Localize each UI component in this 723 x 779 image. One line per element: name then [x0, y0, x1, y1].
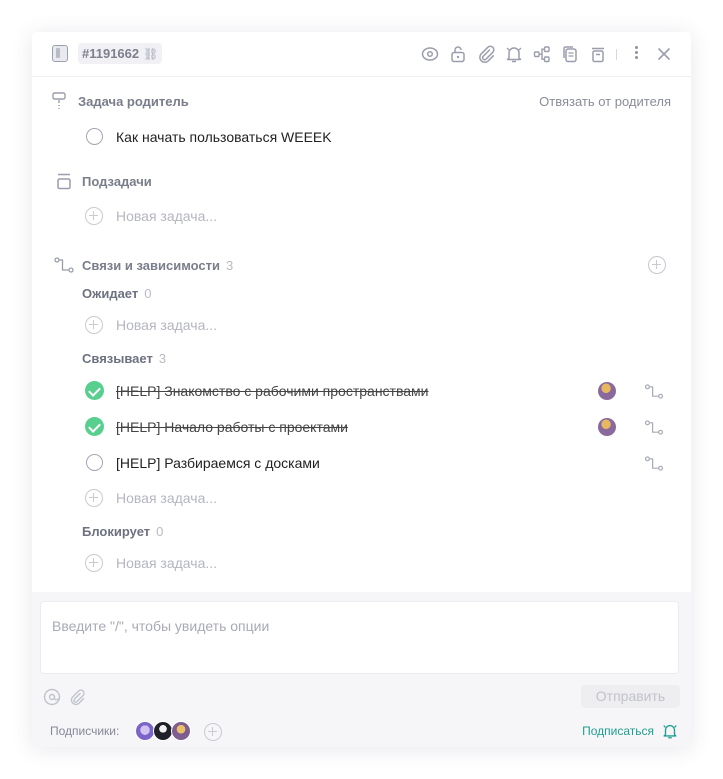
- copy-link-icon[interactable]: ⛓: [143, 44, 158, 65]
- task-panel: #1191662 ⛓ Задача родитель Отвязать от ро…: [32, 32, 691, 747]
- related-task-title[interactable]: [HELP] Начало работы с проектами: [116, 419, 348, 435]
- waiting-group-title: Ожидает 0: [82, 286, 151, 301]
- lock-icon[interactable]: [448, 44, 468, 64]
- related-task-title[interactable]: [HELP] Знакомство с рабочими пространств…: [116, 383, 428, 399]
- relates-count: 3: [158, 351, 167, 366]
- subscribe-link[interactable]: Подписаться: [582, 724, 654, 738]
- attachment-icon[interactable]: [476, 44, 496, 64]
- subscriber-avatar[interactable]: [171, 721, 191, 741]
- eye-icon[interactable]: [420, 44, 440, 64]
- subscribers-label: Подписчики:: [50, 724, 120, 738]
- related-task-title[interactable]: [HELP] Разбираемся с досками: [116, 455, 320, 471]
- add-blocking-icon[interactable]: [85, 554, 103, 572]
- waiting-count: 0: [144, 286, 152, 301]
- task-status-circle[interactable]: [86, 454, 103, 471]
- add-subscriber-icon[interactable]: [204, 723, 222, 741]
- links-icon: [54, 257, 74, 273]
- new-related-task-input[interactable]: Новая задача...: [116, 490, 217, 506]
- blocks-group-title: Блокирует 0: [82, 524, 163, 539]
- links-title-text: Связи и зависимости: [82, 258, 220, 273]
- new-waiting-task-input[interactable]: Новая задача...: [116, 317, 217, 333]
- subtasks-section-title: Подзадачи: [82, 174, 152, 189]
- toolbar-divider: [616, 49, 617, 60]
- link-type-icon[interactable]: [644, 420, 664, 435]
- send-button[interactable]: Отправить: [581, 685, 680, 708]
- hierarchy-icon[interactable]: [532, 44, 552, 64]
- mention-icon[interactable]: [43, 688, 61, 706]
- relates-label: Связывает: [82, 351, 153, 366]
- close-icon[interactable]: [654, 44, 674, 64]
- add-subtask-icon[interactable]: [85, 207, 103, 225]
- link-type-icon[interactable]: [644, 384, 664, 399]
- blocks-count: 0: [156, 524, 164, 539]
- task-type-icon[interactable]: [52, 45, 68, 62]
- task-toolbar: #1191662 ⛓: [32, 32, 691, 77]
- blocks-label: Блокирует: [82, 524, 151, 539]
- parent-task-status-circle[interactable]: [86, 128, 103, 145]
- reminder-bell-icon[interactable]: [504, 44, 524, 64]
- new-subtask-input[interactable]: Новая задача...: [116, 208, 217, 224]
- more-options-icon[interactable]: [633, 44, 639, 64]
- links-count: 3: [226, 258, 234, 273]
- attach-file-icon[interactable]: [68, 688, 86, 706]
- relates-group-title: Связывает 3: [82, 351, 166, 366]
- subscriber-avatar[interactable]: [135, 721, 155, 741]
- assignee-avatar[interactable]: [598, 418, 616, 436]
- subscriber-avatar[interactable]: [153, 721, 173, 741]
- copy-icon[interactable]: [560, 44, 580, 64]
- comment-footer: Введите "/", чтобы увидеть опции Отправи…: [32, 592, 691, 747]
- comment-input[interactable]: Введите "/", чтобы увидеть опции: [40, 601, 679, 674]
- add-related-icon[interactable]: [85, 489, 103, 507]
- completed-check-icon[interactable]: [85, 417, 104, 436]
- add-link-icon[interactable]: [648, 256, 666, 274]
- new-blocking-task-input[interactable]: Новая задача...: [116, 555, 217, 571]
- waiting-label: Ожидает: [82, 286, 139, 301]
- parent-section-title: Задача родитель: [78, 94, 189, 109]
- links-section-title: Связи и зависимости 3: [82, 258, 233, 273]
- task-id-badge[interactable]: #1191662 ⛓: [78, 43, 163, 65]
- link-type-icon[interactable]: [644, 456, 664, 471]
- completed-check-icon[interactable]: [85, 381, 104, 400]
- assignee-avatar[interactable]: [598, 382, 616, 400]
- subtasks-icon: [57, 173, 71, 190]
- parent-task-title[interactable]: Как начать пользоваться WEEEK: [116, 129, 332, 145]
- subscribe-bell-icon[interactable]: [661, 722, 679, 740]
- parent-task-icon: [52, 92, 66, 109]
- task-id-text: #1191662: [82, 46, 140, 61]
- unlink-parent-link[interactable]: Отвязать от родителя: [539, 94, 671, 109]
- add-waiting-icon[interactable]: [85, 316, 103, 334]
- archive-icon[interactable]: [588, 44, 608, 64]
